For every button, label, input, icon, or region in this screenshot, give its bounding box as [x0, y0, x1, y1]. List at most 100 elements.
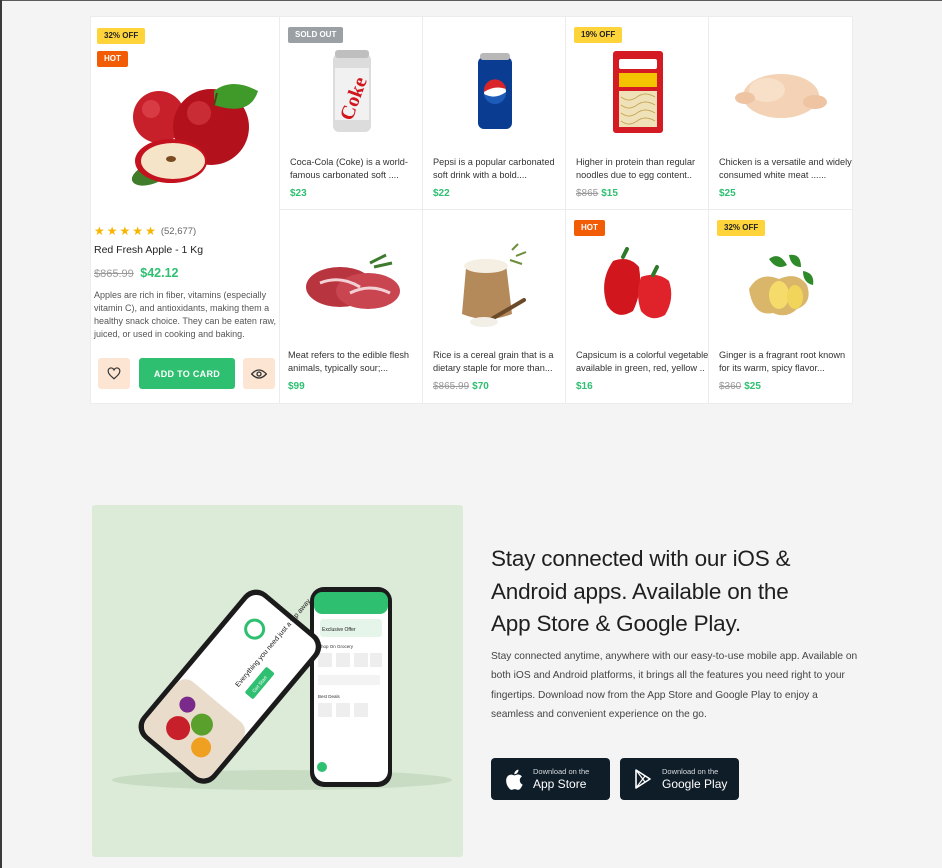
product-card[interactable]: Rice is a cereal grain that is a dietary …: [423, 210, 566, 403]
apple-image: [131, 84, 258, 186]
heart-icon: [107, 367, 121, 380]
egg-noodles-pack-image: [612, 51, 663, 133]
star-icon: ★: [119, 224, 131, 238]
description-line: noodles due to egg content..: [576, 170, 692, 180]
pepsi-can-image: [477, 53, 512, 129]
current-price: $22: [433, 188, 450, 199]
product-description: Ginger is a fragrant root known for its w…: [719, 349, 852, 375]
current-price: $99: [288, 381, 305, 392]
product-price: $865.99 $70: [433, 381, 489, 392]
current-price: $42.12: [140, 266, 179, 280]
description-line: soft drink with a bold....: [433, 170, 527, 180]
current-price: $15: [601, 188, 618, 199]
add-to-cart-button[interactable]: ADD TO CARD: [139, 358, 235, 389]
red-capsicum-image: [603, 247, 671, 319]
store-big-text: Google Play: [662, 776, 728, 791]
product-card[interactable]: SOLD OUT Coke Coca-Cola (Coke) is a worl…: [280, 17, 423, 210]
product-price: $25: [719, 188, 736, 199]
phone-section-text: Shop On Grocery: [318, 644, 354, 649]
rating-stars: ★ ★ ★ ★ ★ (52,677): [94, 225, 196, 237]
left-border: [0, 0, 2, 868]
product-image: [280, 230, 422, 340]
product-image: Coke: [280, 37, 422, 147]
phones-mockup: Exclusive Offer Shop On Grocery Best Dea…: [112, 587, 452, 790]
app-section-description: Stay connected anytime, anywhere with ou…: [491, 651, 858, 721]
product-description: Capsicum is a colorful vegetable availabl…: [576, 349, 709, 375]
play-store-icon: [632, 768, 654, 790]
app-promo-image: Exclusive Offer Shop On Grocery Best Dea…: [92, 505, 463, 857]
description-line: Higher in protein than regular: [576, 157, 695, 167]
heading-line: Stay connected with our iOS &: [491, 546, 791, 571]
star-icon: ★: [106, 224, 118, 238]
description-line: Pepsi is a popular carbonated: [433, 157, 555, 167]
description-line: Capsicum is a colorful vegetable: [576, 350, 709, 360]
top-border: [0, 0, 942, 1]
product-card[interactable]: Meat refers to the edible flesh animals, …: [280, 210, 423, 403]
product-card[interactable]: Chicken is a versatile and widely consume…: [709, 17, 852, 210]
description-line: available in green, red, yellow ..: [576, 363, 705, 373]
old-price: $865.99: [94, 268, 134, 280]
current-price: $16: [576, 381, 593, 392]
product-image: [709, 37, 852, 147]
product-price: $22: [433, 188, 450, 199]
product-grid: 32% OFF HOT ★ ★ ★ ★ ★ (52,677) Red Fresh…: [90, 16, 853, 404]
store-big-text: App Store: [533, 776, 587, 791]
description-line: dietary staple for more than...: [433, 363, 553, 373]
product-price: $16: [576, 381, 593, 392]
store-small-text: Download on the: [662, 766, 719, 776]
description-line: animals, typically sour;...: [288, 363, 389, 373]
old-price: $865: [576, 188, 599, 199]
product-description: Pepsi is a popular carbonated soft drink …: [433, 156, 565, 182]
current-price: $70: [472, 381, 489, 392]
current-price: $25: [744, 381, 761, 392]
heading-line: Android apps. Available on the: [491, 578, 789, 604]
app-store-button[interactable]: Download on the App Store: [491, 758, 610, 800]
google-play-button[interactable]: Download on the Google Play: [620, 758, 739, 800]
product-title[interactable]: Red Fresh Apple - 1 Kg: [94, 244, 203, 256]
description-line: Rice is a cereal grain that is a: [433, 350, 554, 360]
description-line: consumed white meat ......: [719, 170, 827, 180]
description-line: Ginger is a fragrant root known: [719, 350, 846, 360]
old-price: $865.99: [433, 381, 470, 392]
product-image: [566, 37, 708, 147]
phone-banner-text: Exclusive Offer: [322, 627, 356, 633]
product-card[interactable]: HOT Capsicum is a colorful vegetable avai…: [566, 210, 709, 403]
product-description: Higher in protein than regular noodles du…: [576, 156, 708, 182]
discount-badge: 32% OFF: [97, 28, 146, 44]
product-price: $23: [290, 188, 307, 199]
current-price: $23: [290, 188, 307, 199]
apple-icon: [503, 768, 525, 790]
product-card[interactable]: Pepsi is a popular carbonated soft drink …: [423, 17, 566, 210]
description-line: Chicken is a versatile and widely: [719, 157, 852, 167]
product-price: $865 $15: [576, 188, 618, 199]
store-small-text: Download on the: [533, 766, 590, 776]
star-icon: ★: [94, 224, 105, 238]
ginger-root-image: [748, 254, 813, 316]
app-section-heading: Stay connected with our iOS & Android ap…: [491, 543, 871, 641]
description-line: for its warm, spicy flavor...: [719, 363, 825, 373]
product-image: [566, 230, 708, 340]
description-line: Meat refers to the edible flesh: [288, 350, 410, 360]
product-description: Apples are rich in fiber, vitamins (espe…: [94, 290, 276, 339]
current-price: $25: [719, 188, 736, 199]
rating-count: (52,677): [160, 225, 197, 237]
description-line: Coca-Cola (Coke) is a world-: [290, 157, 408, 167]
heading-line: App Store & Google Play.: [491, 611, 741, 636]
product-card[interactable]: 32% OFF Ginger is a fragrant root known f…: [709, 210, 852, 403]
product-price: $360 $25: [719, 381, 761, 392]
rice-sack-image: [461, 243, 526, 327]
quick-view-button[interactable]: [243, 358, 275, 389]
featured-product-card[interactable]: 32% OFF HOT ★ ★ ★ ★ ★ (52,677) Red Fresh…: [91, 17, 280, 403]
old-price: $360: [719, 381, 742, 392]
raw-meat-image: [305, 253, 400, 309]
star-icon: ★: [145, 224, 156, 238]
wishlist-button[interactable]: [98, 358, 130, 389]
phone-section-text: Best Deals: [318, 694, 341, 699]
coke-can-image: Coke: [332, 50, 371, 132]
product-description: Coca-Cola (Coke) is a world-famous carbo…: [290, 156, 422, 182]
product-price: $865.99 $42.12: [94, 266, 178, 280]
product-image: [423, 230, 565, 340]
product-image: [709, 230, 852, 340]
product-image: [423, 37, 565, 147]
product-card[interactable]: 19% OFF Higher in protein than regular no…: [566, 17, 709, 210]
